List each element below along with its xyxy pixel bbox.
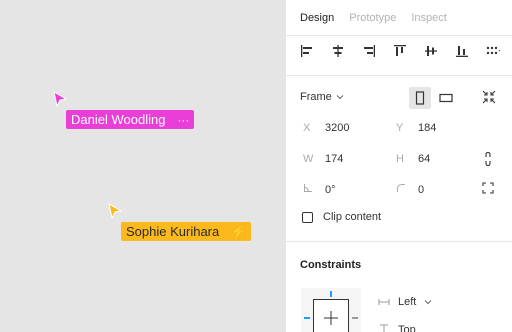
- w-label: W: [303, 153, 314, 165]
- align-horizontal-center-button[interactable]: [329, 42, 347, 60]
- collaborator-tag-sophie: Sophie Kurihara ⚡: [121, 222, 252, 241]
- distribute-button[interactable]: [484, 42, 502, 60]
- portrait-icon: [415, 91, 425, 105]
- clip-content-label: Clip content: [323, 211, 382, 223]
- collaborator-tag-daniel: Daniel Woodling ···: [66, 110, 195, 129]
- y-label: Y: [396, 122, 404, 134]
- frame-label: Frame: [300, 91, 332, 103]
- collaborator-name: Daniel Woodling: [71, 112, 166, 127]
- landscape-button[interactable]: [435, 87, 457, 109]
- w-value: 174: [325, 153, 344, 165]
- divider: [286, 35, 512, 36]
- constraint-widget[interactable]: [301, 288, 361, 332]
- rotation-value: 0°: [325, 183, 336, 196]
- independent-corners-icon: [482, 182, 494, 194]
- align-vertical-center-button[interactable]: [422, 42, 440, 60]
- lightning-icon: ⚡: [231, 224, 247, 239]
- collaborator-cursor-icon: [53, 91, 67, 107]
- align-right-button[interactable]: [360, 42, 378, 60]
- align-top-icon: [394, 45, 406, 56]
- align-vertical-center-icon: [425, 46, 437, 56]
- align-left-icon: [301, 45, 312, 57]
- left-constraint-marker[interactable]: [304, 317, 310, 319]
- design-canvas[interactable]: Daniel Woodling ··· Sophie Kurihara ⚡: [0, 0, 285, 332]
- right-constraint-marker[interactable]: [352, 317, 358, 319]
- y-field[interactable]: Y 184: [396, 122, 436, 134]
- resize-to-fit-icon: [482, 90, 496, 104]
- clip-content-option[interactable]: Clip content: [302, 211, 381, 223]
- vertical-constraint-icon: [380, 324, 388, 332]
- corner-radius-icon: [396, 183, 418, 196]
- landscape-icon: [439, 93, 453, 103]
- top-constraint-marker[interactable]: [330, 291, 332, 297]
- align-bottom-button[interactable]: [453, 42, 471, 60]
- align-top-button[interactable]: [391, 42, 409, 60]
- divider: [286, 241, 512, 242]
- h-label: H: [396, 153, 404, 165]
- x-label: X: [303, 122, 311, 134]
- chevron-down-icon: [336, 95, 344, 100]
- rotation-icon: [303, 183, 325, 196]
- height-field[interactable]: H 64: [396, 153, 430, 165]
- divider: [286, 75, 512, 76]
- horizontal-constraint-dropdown[interactable]: Left: [378, 296, 432, 308]
- align-left-button[interactable]: [298, 42, 316, 60]
- chevron-down-icon: [425, 300, 432, 305]
- link-icon: [485, 151, 491, 167]
- clip-content-checkbox[interactable]: [302, 211, 313, 223]
- vertical-constraint-value: Top: [398, 324, 416, 332]
- tab-prototype[interactable]: Prototype: [349, 12, 396, 24]
- tab-design[interactable]: Design: [300, 12, 334, 24]
- independent-corners-button[interactable]: [482, 182, 494, 197]
- horizontal-constraint-value: Left: [398, 296, 417, 308]
- frame-dropdown[interactable]: Frame: [300, 91, 344, 103]
- resize-to-fit-button[interactable]: [481, 89, 497, 108]
- h-value: 64: [418, 153, 431, 165]
- collaborator-cursor-icon: [108, 203, 122, 219]
- constrain-proportions-button[interactable]: [483, 151, 493, 170]
- orientation-toggle: [409, 87, 457, 109]
- horizontal-constraint-icon: [378, 299, 390, 305]
- align-right-icon: [364, 45, 375, 57]
- properties-panel: Design Prototype Inspect Frame X 3200 Y …: [285, 0, 512, 332]
- rotation-field[interactable]: 0°: [303, 183, 336, 196]
- align-horizontal-center-icon: [333, 45, 343, 57]
- constraints-title: Constraints: [300, 259, 362, 271]
- y-value: 184: [418, 122, 437, 134]
- portrait-button[interactable]: [409, 87, 431, 109]
- plus-icon: [324, 311, 338, 325]
- constraint-inner-box: [313, 299, 349, 332]
- vertical-constraint-dropdown[interactable]: Top: [378, 324, 416, 332]
- alignment-toolbar: [298, 42, 502, 60]
- more-icon: ···: [177, 112, 190, 127]
- corner-radius-field[interactable]: 0: [396, 183, 424, 196]
- width-field[interactable]: W 174: [303, 153, 343, 165]
- panel-tabs: Design Prototype Inspect: [300, 12, 447, 24]
- tab-inspect[interactable]: Inspect: [411, 12, 446, 24]
- x-field[interactable]: X 3200: [303, 122, 349, 134]
- align-bottom-icon: [456, 46, 468, 57]
- x-value: 3200: [325, 122, 350, 134]
- collaborator-name: Sophie Kurihara: [126, 224, 220, 239]
- corner-radius-value: 0: [418, 183, 425, 196]
- distribute-icon: [486, 46, 501, 55]
